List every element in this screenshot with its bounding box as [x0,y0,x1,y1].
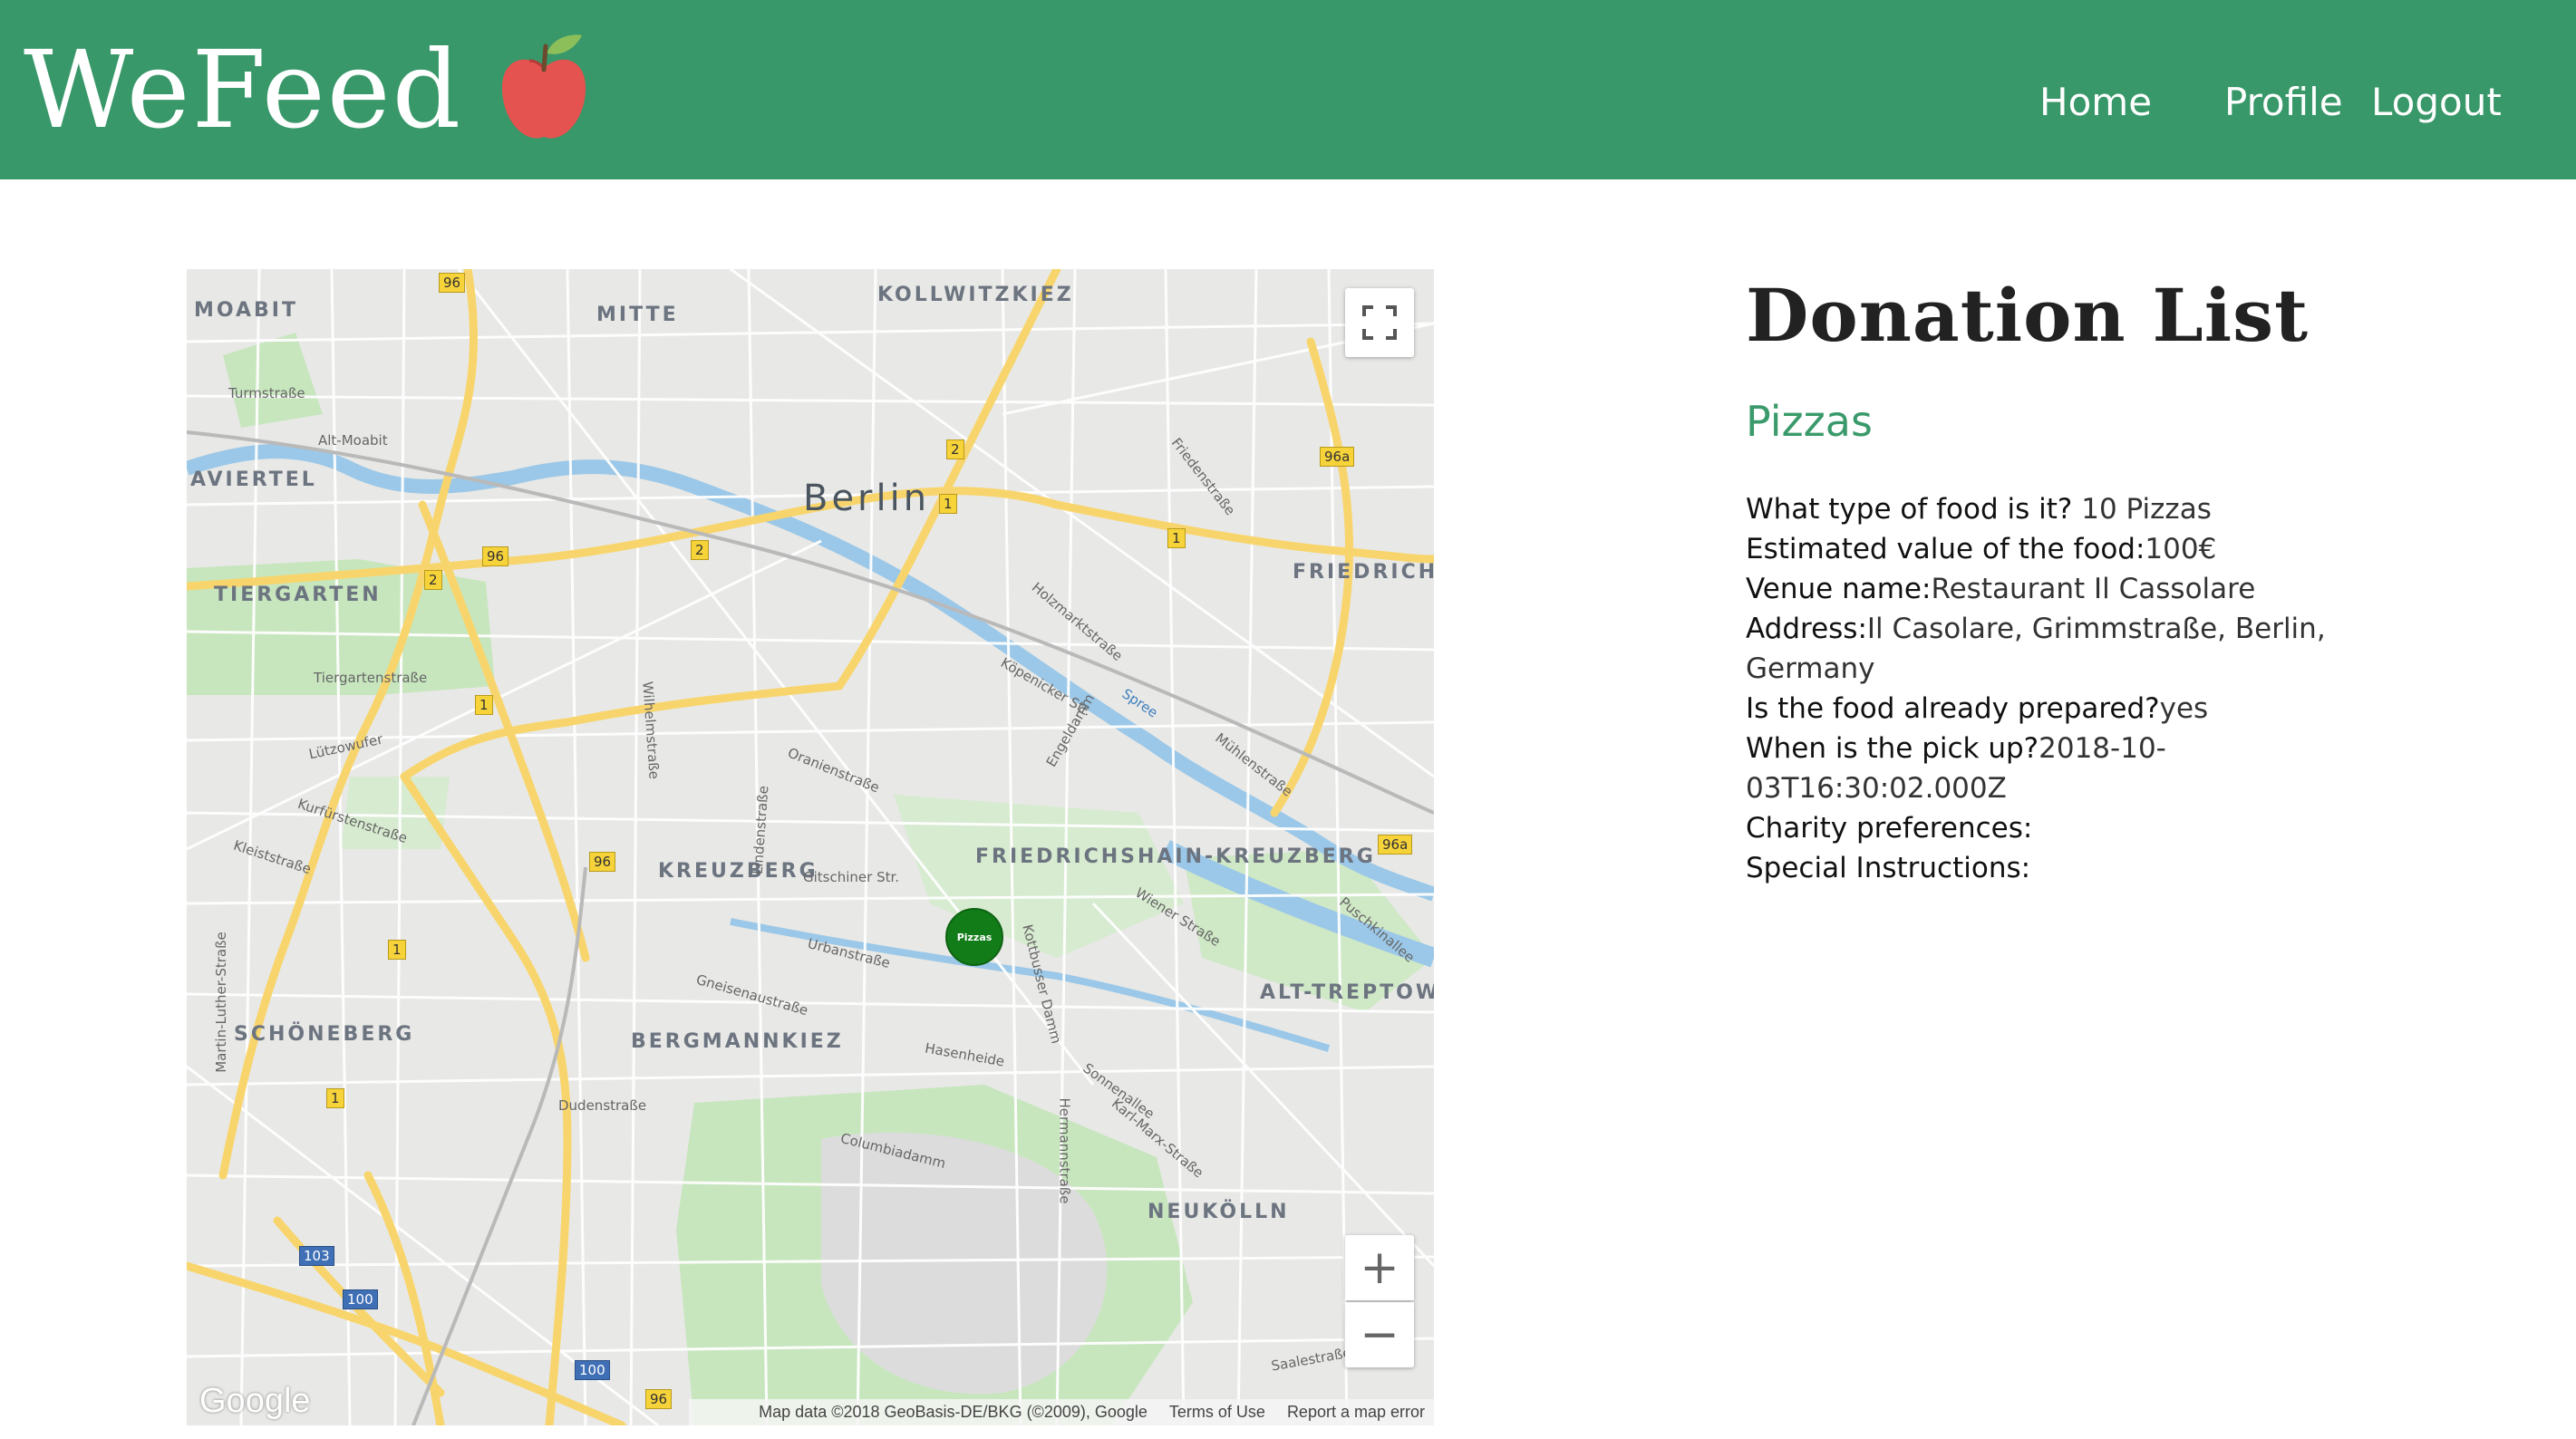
map-district-label: NEUKÖLLN [1148,1201,1290,1223]
map-district-label: BERGMANNKIEZ [631,1030,844,1053]
map-street-label: Martin-Luther-Straße [212,932,229,1073]
detail-pickup-time: When is the pick up?2018-10-03T16:30:02.… [1746,729,2398,808]
map-district-label: AVIERTEL [190,468,317,491]
donation-map[interactable]: MOABIT MITTE KOLLWITZKIEZ AVIERTEL TIERG… [187,269,1434,1425]
detail-label: What type of food is it? [1746,493,2073,526]
page-title: Donation List [1746,273,2310,358]
brand[interactable]: WeFeed [24,31,589,149]
route-badge: 2 [946,439,964,459]
detail-prepared: Is the food already prepared?yes [1746,689,2398,729]
detail-value: 10 Pizzas [2072,493,2212,526]
route-badge: 96a [1320,447,1355,467]
route-badge: 2 [691,540,709,560]
map-district-label: MOABIT [194,299,298,322]
map-district-label: SCHÖNEBERG [234,1023,415,1046]
route-badge: 96 [589,852,616,872]
donation-panel: Donation List Pizzas What type of food i… [1746,272,2398,888]
route-badge: 96a [1378,835,1413,855]
map-street-label: Tiergartenstraße [314,670,428,686]
report-map-error-link[interactable]: Report a map error [1287,1403,1425,1422]
route-badge: 100 [575,1360,610,1380]
route-badge: 96 [482,546,509,566]
map-district-label: KREUZBERG [658,860,818,883]
detail-value: yes [2159,692,2209,725]
detail-label: When is the pick up? [1746,732,2039,765]
route-badge: 1 [1167,528,1186,548]
detail-value: 100€ [2145,533,2217,565]
detail-value: Restaurant Il Cassolare [1931,573,2256,605]
map-district-label: MITTE [596,304,679,326]
route-badge: 1 [475,695,493,715]
detail-label: Is the food already prepared? [1746,692,2160,725]
route-badge: 1 [388,940,406,960]
google-logo: Google [199,1382,311,1420]
map-street-label: Gitschiner Str. [803,869,900,885]
minus-icon: − [1360,1308,1399,1362]
detail-label: Estimated value of the food: [1746,533,2145,565]
detail-label: Address: [1746,613,1867,645]
map-district-label: KOLLWITZKIEZ [877,284,1074,306]
brand-name[interactable]: WeFeed [24,36,462,143]
donation-details: What type of food is it? 10 Pizzas Estim… [1746,489,2398,888]
route-badge: 100 [343,1289,378,1309]
fullscreen-icon [1362,305,1397,340]
map-district-label: FRIEDRICHSH [1293,561,1434,584]
route-badge: 2 [424,570,442,590]
map-district-label: FRIEDRICHSHAIN-KREUZBERG [975,845,1376,868]
detail-charity-preferences: Charity preferences: [1746,808,2398,848]
detail-estimated-value: Estimated value of the food:100€ [1746,529,2398,569]
route-badge: 103 [299,1246,334,1266]
zoom-in-button[interactable]: + [1345,1235,1414,1300]
map-street-label: Dudenstraße [558,1097,647,1114]
detail-address: Address:Il Casolare, Grimmstraße, Berlin… [1746,609,2398,689]
route-badge: 96 [645,1389,673,1409]
map-district-label: ALT-TREPTOW [1260,981,1434,1004]
detail-food-type: What type of food is it? 10 Pizzas [1746,489,2398,529]
terms-of-use-link[interactable]: Terms of Use [1169,1403,1265,1422]
top-navbar: WeFeed Home Profile Logout [0,0,2576,179]
route-badge: 1 [939,494,957,514]
map-data-credit: Map data ©2018 GeoBasis-DE/BKG (©2009), … [759,1403,1148,1421]
detail-label: Charity preferences: [1746,812,2033,845]
donation-marker[interactable]: Pizzas [945,908,1003,966]
detail-label: Special Instructions: [1746,852,2031,884]
fullscreen-button[interactable] [1345,288,1414,357]
donation-name: Pizzas [1746,397,1873,446]
route-badge: 1 [326,1088,344,1108]
detail-label: Venue name: [1746,573,1932,605]
map-city-label: Berlin [803,478,931,519]
apple-icon [502,34,586,139]
detail-special-instructions: Special Instructions: [1746,848,2398,888]
nav-profile-link[interactable]: Profile [2224,80,2343,124]
map-attribution: Map data ©2018 GeoBasis-DE/BKG (©2009), … [689,1399,1434,1425]
plus-icon: + [1360,1241,1399,1295]
map-street-label: Hermannstraße [1056,1097,1073,1204]
zoom-out-button[interactable]: − [1345,1302,1414,1367]
nav-logout-link[interactable]: Logout [2371,80,2502,124]
detail-venue-name: Venue name:Restaurant Il Cassolare [1746,569,2398,609]
nav-home-link[interactable]: Home [2039,80,2152,124]
route-badge: 96 [439,273,466,293]
map-district-label: TIERGARTEN [214,584,382,606]
map-street-label: Alt-Moabit [318,432,388,449]
map-street-label: Turmstraße [228,385,305,401]
